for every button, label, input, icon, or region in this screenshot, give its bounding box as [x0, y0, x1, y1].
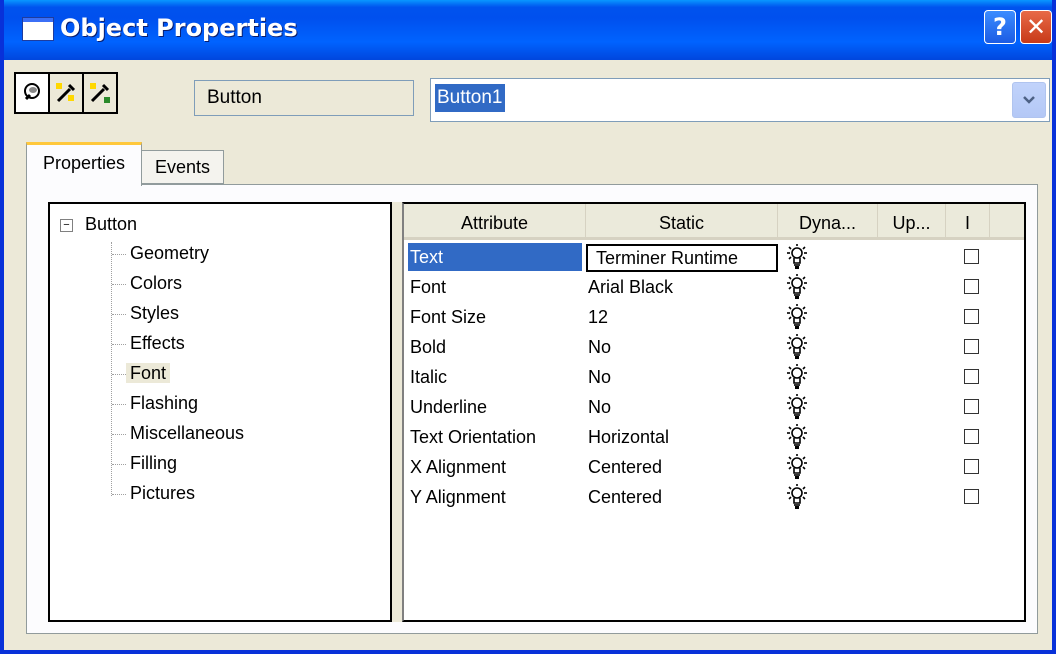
static-value[interactable]: Centered	[588, 452, 778, 482]
indirect-checkbox[interactable]	[964, 339, 979, 354]
indirect-checkbox[interactable]	[964, 249, 979, 264]
dropdown-arrow-icon[interactable]	[1012, 82, 1046, 118]
column-header-update[interactable]: Up...	[878, 204, 946, 237]
static-value[interactable]: No	[588, 392, 778, 422]
static-value[interactable]: 12	[588, 302, 778, 332]
static-value[interactable]: No	[588, 332, 778, 362]
lightbulb-icon[interactable]	[784, 422, 812, 452]
window-title: Object Properties	[60, 14, 298, 42]
object-type-label: Button	[194, 80, 414, 116]
object-name-combo[interactable]: Button1	[430, 78, 1050, 122]
indirect-checkbox[interactable]	[964, 489, 979, 504]
indirect-checkbox[interactable]	[964, 459, 979, 474]
column-header-indirect[interactable]: I	[946, 204, 990, 237]
lightbulb-icon[interactable]	[784, 272, 812, 302]
lightbulb-icon[interactable]	[784, 482, 812, 512]
static-value[interactable]: Horizontal	[588, 422, 778, 452]
lightbulb-icon[interactable]	[784, 302, 812, 332]
attribute-name[interactable]: Font Size	[408, 302, 584, 332]
tree-item-label: Styles	[130, 303, 180, 323]
table-row[interactable]: Text Orientation Horizontal	[404, 422, 1024, 452]
tree-item-label: Effects	[130, 333, 185, 353]
tree-collapse-icon[interactable]: −	[60, 218, 73, 232]
indirect-checkbox[interactable]	[964, 429, 979, 444]
tree-item-label: Flashing	[130, 393, 199, 413]
column-header-dynamic[interactable]: Dyna...	[778, 204, 878, 237]
close-icon[interactable]: ✕	[1020, 10, 1052, 44]
help-icon[interactable]: ?	[984, 10, 1016, 44]
attribute-name[interactable]: Font	[408, 272, 584, 302]
lightbulb-icon[interactable]	[784, 452, 812, 482]
table-row[interactable]: Y Alignment Centered	[404, 482, 1024, 512]
lightbulb-icon[interactable]	[784, 362, 812, 392]
table-row[interactable]: X Alignment Centered	[404, 452, 1024, 482]
tree-item-colors[interactable]: Colors	[112, 270, 186, 296]
tree-item-geometry[interactable]: Geometry	[112, 240, 213, 266]
tree-item-flashing[interactable]: Flashing	[112, 390, 202, 416]
tree-item-label: Miscellaneous	[130, 423, 245, 443]
attribute-name[interactable]: X Alignment	[408, 452, 584, 482]
indirect-checkbox[interactable]	[964, 309, 979, 324]
window-icon	[22, 17, 54, 41]
attribute-name[interactable]: Underline	[408, 392, 584, 422]
static-value[interactable]: Arial Black	[588, 272, 778, 302]
indirect-checkbox[interactable]	[964, 369, 979, 384]
tree-item-effects[interactable]: Effects	[112, 330, 189, 356]
grid-header: Attribute Static Dyna... Up... I	[404, 204, 1024, 240]
table-row[interactable]: Font Size 12	[404, 302, 1024, 332]
pipette-icon[interactable]	[48, 72, 84, 114]
pipette-pin-icon[interactable]	[82, 72, 118, 114]
tab-events[interactable]: Events	[142, 150, 224, 184]
column-header-attribute[interactable]: Attribute	[404, 204, 586, 237]
attribute-name[interactable]: Bold	[408, 332, 584, 362]
table-row[interactable]: Font Arial Black	[404, 272, 1024, 302]
lightbulb-icon[interactable]	[784, 332, 812, 362]
tree-root-label: Button	[85, 214, 138, 234]
tree-item-font[interactable]: Font	[112, 360, 171, 386]
object-name-value[interactable]: Button1	[435, 84, 505, 112]
tree-item-label: Pictures	[130, 483, 196, 503]
indirect-checkbox[interactable]	[964, 279, 979, 294]
attribute-name[interactable]: Text Orientation	[408, 422, 584, 452]
pin-icon[interactable]	[14, 72, 50, 114]
attribute-grid[interactable]: Attribute Static Dyna... Up... I Text Te…	[402, 202, 1026, 622]
tree-root[interactable]: − Button	[60, 212, 137, 236]
tree-item-label: Geometry	[130, 243, 210, 263]
table-row[interactable]: Text Terminer Runtime	[404, 242, 1024, 272]
static-value[interactable]: Centered	[588, 482, 778, 512]
table-row[interactable]: Bold No	[404, 332, 1024, 362]
column-header-static[interactable]: Static	[586, 204, 778, 237]
attribute-tree[interactable]: − Button Geometry Colors Styles Effects F…	[48, 202, 392, 622]
static-value-editor[interactable]: Terminer Runtime	[586, 244, 778, 272]
tree-item-filling[interactable]: Filling	[112, 450, 181, 476]
static-value[interactable]: No	[588, 362, 778, 392]
table-row[interactable]: Underline No	[404, 392, 1024, 422]
lightbulb-icon[interactable]	[784, 242, 812, 272]
title-bar[interactable]: Object Properties ? ✕	[4, 0, 1052, 60]
lightbulb-icon[interactable]	[784, 392, 812, 422]
table-row[interactable]: Italic No	[404, 362, 1024, 392]
attribute-name[interactable]: Y Alignment	[408, 482, 584, 512]
tree-item-miscellaneous[interactable]: Miscellaneous	[112, 420, 248, 446]
attribute-name[interactable]: Text	[408, 243, 582, 271]
indirect-checkbox[interactable]	[964, 399, 979, 414]
tree-item-label: Colors	[130, 273, 183, 293]
attribute-name[interactable]: Italic	[408, 362, 584, 392]
tree-item-styles[interactable]: Styles	[112, 300, 183, 326]
object-properties-window: Object Properties ? ✕ Button Button1 Pro…	[0, 0, 1056, 654]
tab-properties[interactable]: Properties	[26, 142, 142, 186]
tree-item-label: Filling	[130, 453, 178, 473]
tree-item-label: Font	[126, 363, 171, 383]
tree-item-pictures[interactable]: Pictures	[112, 480, 199, 506]
